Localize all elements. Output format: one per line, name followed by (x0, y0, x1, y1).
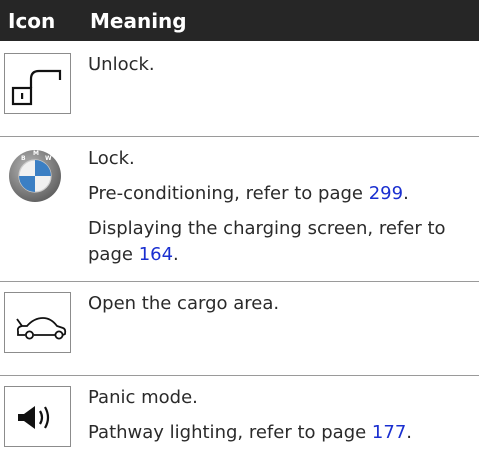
meaning-line-end: . (173, 244, 179, 265)
row-meaning: Lock. Pre-conditioning, refer to page 29… (88, 146, 473, 268)
row-divider (0, 375, 479, 376)
trunk-open-icon (4, 292, 71, 353)
meaning-line-end: . (403, 183, 409, 204)
table-header: Icon Meaning (0, 0, 479, 41)
page-link[interactable]: 177 (372, 422, 406, 443)
header-meaning: Meaning (90, 9, 187, 33)
page-link[interactable]: 299 (369, 183, 403, 204)
meaning-line: Panic mode. (88, 387, 198, 408)
page-link[interactable]: 164 (139, 244, 173, 265)
svg-text:W: W (45, 155, 52, 162)
header-icon: Icon (8, 9, 56, 33)
unlock-icon (4, 53, 71, 114)
svg-text:M: M (33, 150, 39, 157)
svg-text:B: B (21, 155, 26, 162)
row-meaning: Panic mode. Pathway lighting, refer to p… (88, 385, 473, 446)
meaning-line-end: . (406, 422, 413, 443)
horn-sound-icon (4, 386, 71, 447)
meaning-line: Pathway lighting, refer to page (88, 422, 372, 443)
bmw-logo-icon: B M W (4, 146, 71, 207)
meaning-line: Open the cargo area. (88, 293, 280, 314)
row-meaning: Open the cargo area. (88, 291, 473, 317)
meaning-line: Pre-conditioning, refer to page (88, 183, 369, 204)
meaning-line: Lock. (88, 148, 135, 169)
row-divider (0, 136, 479, 137)
meaning-line: Unlock. (88, 54, 155, 75)
row-meaning: Unlock. (88, 52, 473, 78)
row-divider (0, 281, 479, 282)
